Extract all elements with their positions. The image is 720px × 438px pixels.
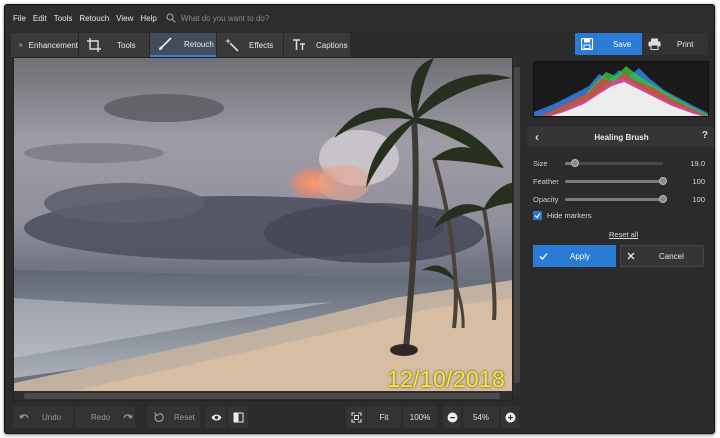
undo-icon [19,413,29,419]
redo-button[interactable]: Redo [75,406,135,428]
hide-markers-checkbox[interactable] [533,211,542,220]
zoom-100-label: 100% [409,412,431,422]
fit-screen-icon [350,411,362,423]
search-box[interactable]: What do you want to do? [166,13,270,23]
vertical-scrollbar[interactable] [513,57,521,395]
compare-icon [233,412,243,422]
histogram [533,61,709,117]
tab-retouch[interactable]: Retouch [150,33,216,57]
opacity-slider-handle[interactable] [659,194,667,203]
zoom-in-button[interactable] [501,406,519,428]
app-window: File Edit Tools Retouch View Help What d… [4,4,715,434]
printer-icon [648,38,661,50]
reset-icon [154,411,164,422]
zoom-100-button[interactable]: 100% [403,406,437,428]
histogram-graph [534,66,708,116]
size-value: 19.0 [690,158,705,168]
opacity-label: Opacity [533,194,559,204]
opacity-slider[interactable] [565,194,667,203]
tab-retouch-label: Retouch [184,39,214,49]
save-button-label: Save [613,39,632,49]
magic-wand-icon [225,38,239,52]
beach-photo [14,58,512,391]
feather-slider-row: Feather 100 [533,174,709,188]
scroll-thumb[interactable] [24,393,500,399]
feather-label: Feather [533,176,559,186]
cancel-button[interactable]: Cancel [620,245,704,267]
save-button[interactable]: Save [575,33,642,55]
apply-button[interactable]: Apply [533,245,616,267]
print-button[interactable]: Print [642,33,708,55]
close-icon [627,252,635,260]
fit-label: Fit [379,412,389,422]
hide-markers-row[interactable]: Hide markers [533,211,592,220]
print-button-label: Print [677,39,694,49]
tab-effects[interactable]: Effects [217,33,283,57]
fit-icon-button[interactable] [346,406,366,428]
menu-edit[interactable]: Edit [33,14,47,23]
plus-circle-icon [505,412,515,422]
photo-canvas[interactable]: 12/10/2018 [13,57,513,401]
cancel-button-label: Cancel [659,251,684,261]
menu-retouch[interactable]: Retouch [79,14,109,23]
panel-header: ‹ Healing Brush ? [527,127,714,147]
menu-view[interactable]: View [116,14,133,23]
zoom-level-label: 54% [472,412,489,422]
opacity-slider-row: Opacity 100 [533,192,709,206]
size-label: Size [533,158,548,168]
checkmark-icon [539,252,548,260]
crop-icon [87,38,101,52]
search-placeholder[interactable]: What do you want to do? [181,14,270,23]
compare-button[interactable] [228,406,248,428]
preview-button[interactable] [206,406,226,428]
reset-all-link[interactable]: Reset all [609,230,638,239]
eye-icon [211,414,221,420]
brush-icon [159,37,172,50]
tab-tools-label: Tools [117,40,136,50]
feather-value: 100 [692,176,705,186]
opacity-value: 100 [692,194,705,204]
sliders-icon [19,43,23,47]
menu-help[interactable]: Help [140,14,156,23]
apply-button-label: Apply [570,251,591,261]
redo-icon [123,413,134,419]
tab-captions[interactable]: Captions [284,33,350,57]
minus-circle-icon [447,412,457,422]
back-arrow-icon[interactable]: ‹ [535,130,539,144]
checkmark-icon [534,213,541,219]
horizontal-scrollbar[interactable] [14,391,512,400]
redo-label: Redo [91,412,111,422]
fit-button[interactable]: Fit [367,406,401,428]
undo-button[interactable]: Undo [13,406,73,428]
tab-effects-label: Effects [249,40,274,50]
tab-enhancement-label: Enhancement [28,40,78,50]
search-icon [166,13,176,23]
feather-slider[interactable] [565,176,667,185]
zoom-out-button[interactable] [443,406,461,428]
menu-tools[interactable]: Tools [54,14,73,23]
tab-tools[interactable]: Tools [79,33,149,57]
size-slider-row: Size 19.0 [533,156,709,170]
help-icon[interactable]: ? [702,130,708,141]
text-icon [293,39,305,50]
tab-enhancement[interactable]: Enhancement [11,33,78,57]
floppy-disk-icon [581,38,593,50]
undo-label: Undo [42,412,62,422]
size-slider-handle[interactable] [570,158,579,167]
right-panel: ‹ Healing Brush ? Size 19.0 Feather 100 … [527,57,714,433]
menu-file[interactable]: File [13,14,26,23]
feather-slider-handle[interactable] [659,176,667,185]
scroll-thumb[interactable] [514,67,520,383]
size-slider[interactable] [565,158,663,167]
hide-markers-label: Hide markers [547,211,592,220]
menu-bar: File Edit Tools Retouch View Help What d… [5,5,714,31]
panel-title: Healing Brush [594,132,649,142]
zoom-level: 54% [463,406,499,428]
reset-button[interactable]: Reset [147,406,200,428]
reset-label: Reset [174,412,195,422]
date-stamp: 12/10/2018 [387,366,506,392]
tab-captions-label: Captions [316,40,348,50]
